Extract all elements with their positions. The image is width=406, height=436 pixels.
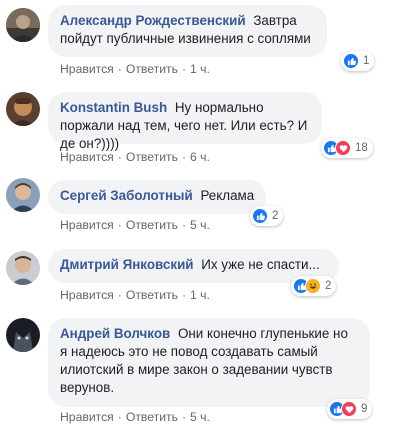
- comment-author[interactable]: Дмитрий Янковский: [60, 257, 194, 272]
- avatar[interactable]: [6, 92, 40, 126]
- comment-timestamp[interactable]: 5 ч.: [190, 218, 210, 232]
- reply-button[interactable]: Ответить: [126, 410, 178, 424]
- separator-dot: ·: [181, 288, 187, 302]
- comment-author[interactable]: Андрей Волчков: [60, 326, 170, 341]
- separator-dot: ·: [181, 410, 187, 424]
- comment-actions: Нравится · Ответить · 5 ч.: [60, 218, 210, 232]
- reply-button[interactable]: Ответить: [126, 218, 178, 232]
- comment-author[interactable]: Сергей Заболотный: [60, 188, 193, 203]
- comment-bubble: Александр Рождественский Завтра пойдут п…: [48, 5, 327, 57]
- like-button[interactable]: Нравится: [60, 288, 114, 302]
- reply-button[interactable]: Ответить: [126, 62, 178, 76]
- reaction-summary[interactable]: 9: [327, 399, 373, 419]
- comment-bubble: Konstantin Bush Ну нормально поржали над…: [48, 92, 322, 151]
- reaction-count: 9: [361, 403, 368, 415]
- separator-dot: ·: [181, 62, 187, 76]
- avatar[interactable]: [6, 318, 40, 352]
- comment-author[interactable]: Konstantin Bush: [60, 100, 167, 115]
- separator-dot: ·: [117, 150, 122, 164]
- love-icon: [341, 401, 357, 417]
- separator-dot: ·: [181, 218, 187, 232]
- comment-bubble: Андрей Волчков Они конечно глупенькие но…: [48, 318, 370, 407]
- like-button[interactable]: Нравится: [60, 62, 114, 76]
- like-button[interactable]: Нравится: [60, 218, 114, 232]
- comment-timestamp[interactable]: 1 ч.: [190, 62, 210, 76]
- comment-author[interactable]: Александр Рождественский: [60, 13, 246, 28]
- reaction-count: 18: [355, 142, 368, 154]
- like-button[interactable]: Нравится: [60, 150, 114, 164]
- like-icon: [252, 208, 268, 224]
- separator-dot: ·: [181, 150, 187, 164]
- reply-button[interactable]: Ответить: [126, 288, 178, 302]
- comment-text: Реклама: [200, 188, 255, 203]
- comment-timestamp[interactable]: 1 ч.: [190, 288, 210, 302]
- reply-button[interactable]: Ответить: [126, 150, 178, 164]
- separator-dot: ·: [117, 410, 122, 424]
- separator-dot: ·: [117, 218, 122, 232]
- comment-actions: Нравится · Ответить · 1 ч.: [60, 288, 210, 302]
- comment-timestamp[interactable]: 6 ч.: [190, 150, 210, 164]
- separator-dot: ·: [117, 288, 122, 302]
- comment-actions: Нравится · Ответить · 6 ч.: [60, 150, 210, 164]
- like-icon: [343, 53, 359, 69]
- avatar[interactable]: [6, 251, 40, 285]
- comment-actions: Нравится · Ответить · 5 ч.: [60, 410, 210, 424]
- comment-bubble: Сергей Заболотный Реклама: [48, 180, 266, 214]
- love-icon: [335, 140, 351, 156]
- avatar[interactable]: [6, 8, 40, 42]
- reaction-summary[interactable]: 1: [341, 51, 375, 71]
- comment-text: Их уже не спасти...: [201, 257, 320, 272]
- haha-icon: [305, 278, 321, 294]
- separator-dot: ·: [117, 62, 122, 76]
- like-button[interactable]: Нравится: [60, 410, 114, 424]
- reaction-summary[interactable]: 18: [321, 138, 373, 158]
- reaction-summary[interactable]: 2: [250, 206, 284, 226]
- comment-timestamp[interactable]: 5 ч.: [190, 410, 210, 424]
- reaction-count: 2: [325, 280, 332, 292]
- reaction-count: 2: [272, 210, 279, 222]
- avatar[interactable]: [6, 178, 40, 212]
- reaction-summary[interactable]: 2: [291, 276, 337, 296]
- comment-actions: Нравится · Ответить · 1 ч.: [60, 62, 210, 76]
- reaction-count: 1: [363, 55, 370, 67]
